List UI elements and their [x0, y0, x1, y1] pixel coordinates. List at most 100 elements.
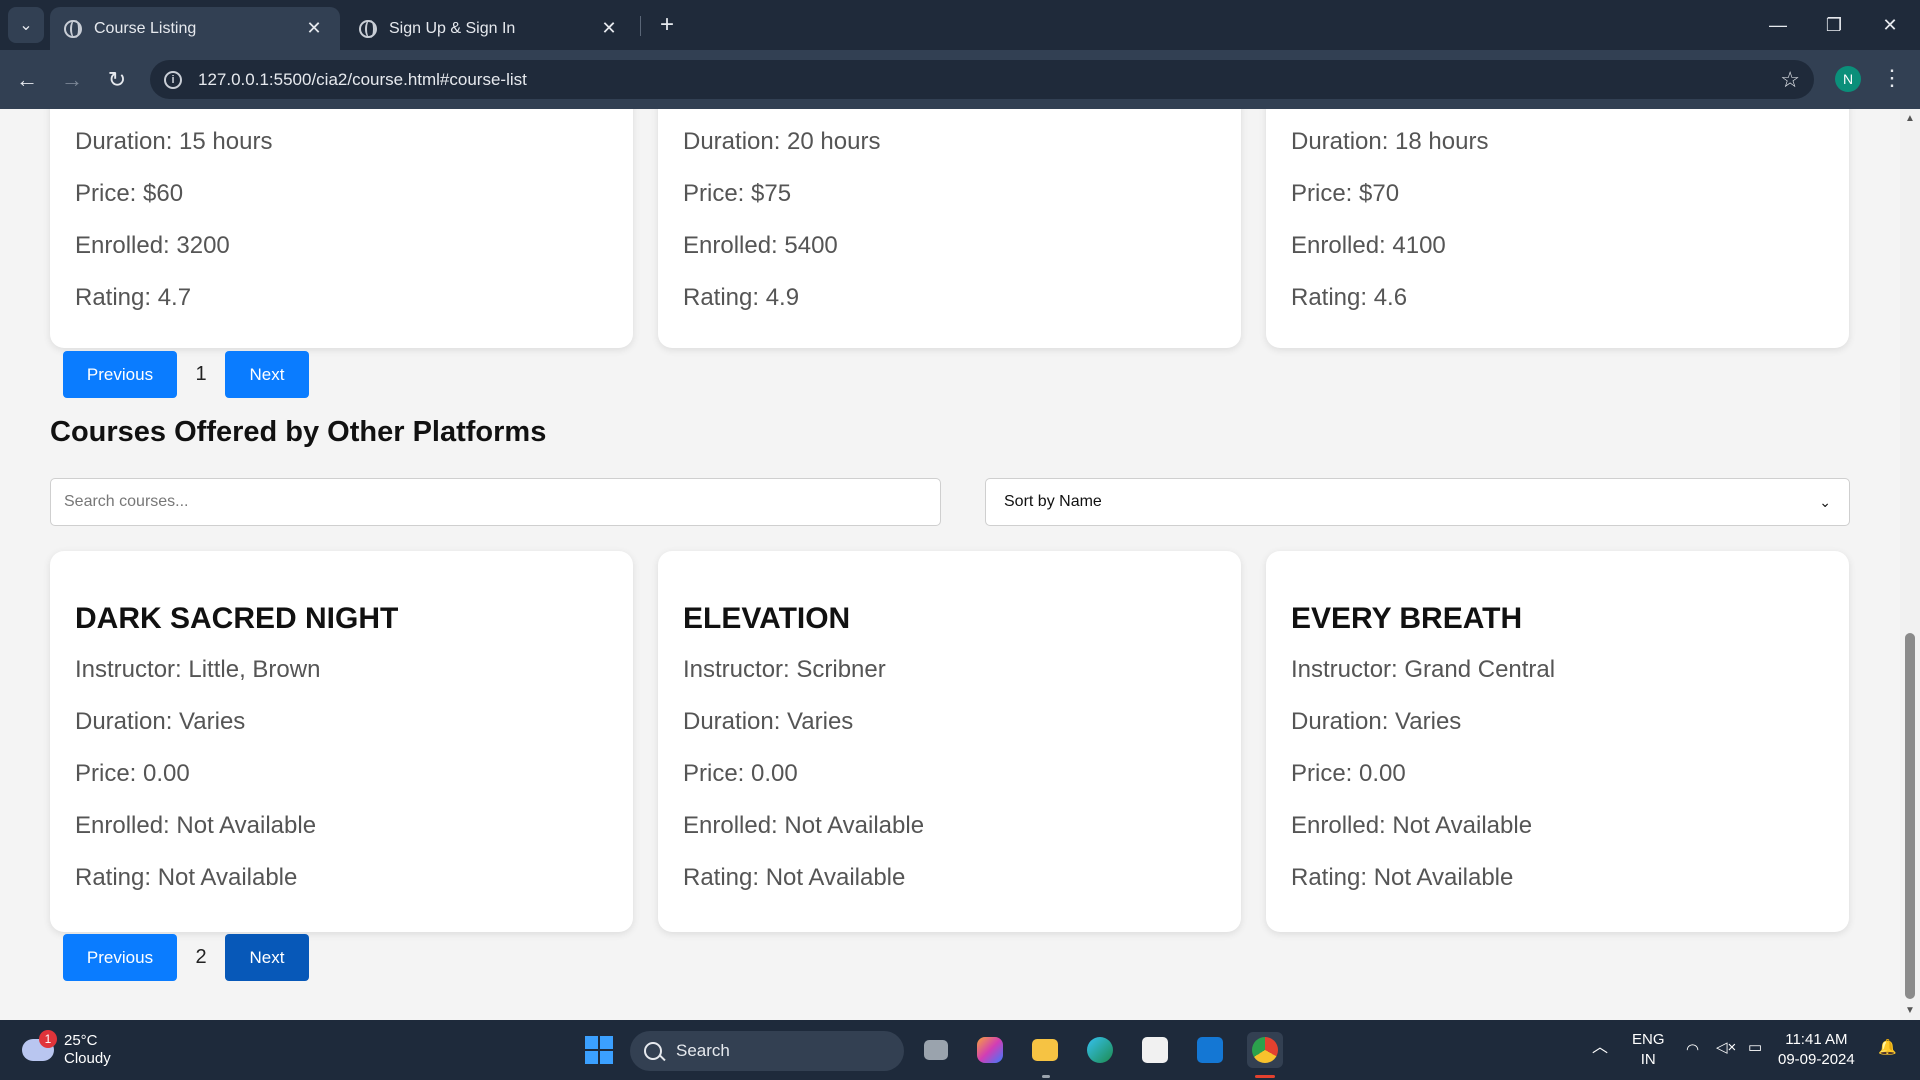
course-price: Price: 0.00: [683, 760, 798, 787]
search-placeholder: Search courses...: [64, 493, 189, 510]
profile-avatar[interactable]: N: [1835, 66, 1861, 92]
scroll-down-arrow-icon[interactable]: ▼: [1905, 1005, 1915, 1016]
weather-condition: Cloudy: [64, 1050, 111, 1067]
course-enrolled: Enrolled: Not Available: [75, 812, 317, 839]
notification-bell-icon[interactable]: 🔔: [1878, 1038, 1897, 1058]
forward-arrow-icon[interactable]: →: [54, 62, 90, 98]
tab-sign-up[interactable]: Sign Up & Sign In ✕: [345, 7, 635, 50]
tab-title: Course Listing: [94, 19, 197, 37]
course-enrolled: Enrolled: 5400: [683, 232, 838, 259]
sort-select[interactable]: Sort by Name ⌄: [985, 478, 1850, 526]
battery-icon[interactable]: ▭: [1748, 1038, 1762, 1058]
start-windows-icon[interactable]: [581, 1032, 617, 1068]
tab-close-icon[interactable]: ✕: [302, 17, 326, 41]
tab-close-icon[interactable]: ✕: [597, 17, 621, 41]
close-window-button[interactable]: ✕: [1862, 0, 1918, 50]
course-enrolled: Enrolled: 4100: [1291, 232, 1446, 259]
wifi-icon[interactable]: ◠: [1686, 1040, 1699, 1060]
new-tab-button[interactable]: +: [652, 12, 682, 40]
copilot-icon[interactable]: [972, 1032, 1008, 1068]
clock[interactable]: 11:41 AM 09-09-2024: [1778, 1030, 1855, 1070]
file-explorer-icon[interactable]: [1027, 1032, 1063, 1068]
url-text[interactable]: 127.0.0.1:5500/cia2/course.html#course-l…: [198, 70, 1780, 90]
previous-button[interactable]: Previous: [63, 934, 177, 981]
course-duration: Duration: 20 hours: [683, 128, 881, 155]
explorer-running-indicator: [1042, 1075, 1050, 1078]
browser-toolbar: ← → ↻ i 127.0.0.1:5500/cia2/course.html#…: [0, 50, 1920, 109]
scrollbar-thumb[interactable]: [1905, 633, 1915, 999]
course-title: ELEVATION: [683, 602, 851, 635]
chevron-down-icon: ⌄: [1819, 493, 1831, 510]
course-price: Price: $60: [75, 180, 184, 207]
course-duration: Duration: Varies: [683, 708, 854, 735]
course-rating: Rating: Not Available: [75, 864, 298, 891]
search-input[interactable]: Search courses...: [50, 478, 941, 526]
course-card: DARK SACRED NIGHT Instructor: Little, Br…: [50, 551, 633, 932]
bookmark-star-icon[interactable]: ☆: [1780, 67, 1800, 93]
course-price: Price: 0.00: [75, 760, 190, 787]
globe-icon: [64, 19, 82, 38]
course-price: Price: $70: [1291, 180, 1400, 207]
scroll-up-arrow-icon[interactable]: ▲: [1905, 113, 1915, 124]
pagination: Previous 1 Next: [63, 351, 309, 398]
back-arrow-icon[interactable]: ←: [9, 62, 45, 98]
course-instructor: Instructor: Scribner: [683, 656, 886, 683]
course-enrolled: Enrolled: Not Available: [683, 812, 925, 839]
course-rating: Rating: Not Available: [1291, 864, 1514, 891]
region-code: IN: [1640, 1051, 1656, 1068]
language-code: ENG: [1632, 1031, 1665, 1048]
course-duration: Duration: 18 hours: [1291, 128, 1489, 155]
globe-icon: [359, 19, 377, 38]
outlook-icon[interactable]: [1192, 1032, 1228, 1068]
minimize-button[interactable]: —: [1750, 0, 1806, 50]
taskbar: 1 25°C Cloudy Search ︿ ENG IN ◠ ◁× ▭ 11:…: [0, 1020, 1920, 1080]
course-enrolled: Enrolled: 3200: [75, 232, 230, 259]
site-info-icon[interactable]: i: [164, 70, 182, 89]
course-instructor: Instructor: Grand Central: [1291, 656, 1556, 683]
language-indicator[interactable]: ENG IN: [1632, 1030, 1665, 1070]
previous-button[interactable]: Previous: [63, 351, 177, 398]
clock-time: 11:41 AM: [1785, 1031, 1848, 1048]
page-viewport: Duration: 15 hours Price: $60 Enrolled: …: [0, 109, 1900, 1020]
browser-menu-icon[interactable]: ⋮: [1880, 63, 1904, 95]
taskbar-search-label: Search: [676, 1041, 730, 1060]
course-price: Price: $75: [683, 180, 792, 207]
course-rating: Rating: 4.9: [683, 284, 800, 311]
edge-browser-icon[interactable]: [1082, 1032, 1118, 1068]
tab-separator: [640, 16, 641, 36]
course-price: Price: 0.00: [1291, 760, 1406, 787]
chrome-active-indicator: [1255, 1075, 1275, 1078]
search-icon: [644, 1042, 662, 1060]
reload-icon[interactable]: ↻: [99, 62, 135, 98]
course-rating: Rating: Not Available: [683, 864, 906, 891]
address-bar[interactable]: i 127.0.0.1:5500/cia2/course.html#course…: [150, 60, 1814, 99]
course-card: Duration: 15 hours Price: $60 Enrolled: …: [50, 109, 633, 348]
course-card: ELEVATION Instructor: Scribner Duration:…: [658, 551, 1241, 932]
course-card: EVERY BREATH Instructor: Grand Central D…: [1266, 551, 1849, 932]
microsoft-store-icon[interactable]: [1137, 1032, 1173, 1068]
weather-widget[interactable]: 1 25°C Cloudy: [22, 1030, 111, 1068]
course-card: Duration: 20 hours Price: $75 Enrolled: …: [658, 109, 1241, 348]
tab-title: Sign Up & Sign In: [389, 19, 516, 37]
course-duration: Duration: Varies: [75, 708, 246, 735]
temperature: 25°C: [64, 1032, 98, 1049]
course-rating: Rating: 4.6: [1291, 284, 1408, 311]
chrome-icon[interactable]: [1247, 1032, 1283, 1068]
task-view-icon[interactable]: [918, 1032, 954, 1068]
tab-course-listing[interactable]: Course Listing ✕: [50, 7, 340, 50]
clock-date: 09-09-2024: [1778, 1051, 1855, 1068]
page-number: 2: [195, 946, 207, 968]
course-enrolled: Enrolled: Not Available: [1291, 812, 1533, 839]
page-scrollbar[interactable]: ▲ ▼: [1900, 109, 1920, 1020]
taskbar-search[interactable]: Search: [630, 1031, 904, 1071]
next-button[interactable]: Next: [225, 351, 309, 398]
next-button[interactable]: Next: [225, 934, 309, 981]
course-title: DARK SACRED NIGHT: [75, 602, 399, 635]
cloud-icon: 1: [22, 1030, 57, 1061]
notification-badge: 1: [39, 1030, 57, 1048]
volume-muted-icon[interactable]: ◁×: [1716, 1038, 1736, 1058]
browser-tab-bar: ⌄ Course Listing ✕ Sign Up & Sign In ✕ +…: [0, 0, 1920, 50]
restore-button[interactable]: ❐: [1806, 0, 1862, 50]
tray-overflow-chevron-icon[interactable]: ︿: [1592, 1038, 1608, 1058]
tab-search-chevron-icon[interactable]: ⌄: [8, 7, 44, 43]
